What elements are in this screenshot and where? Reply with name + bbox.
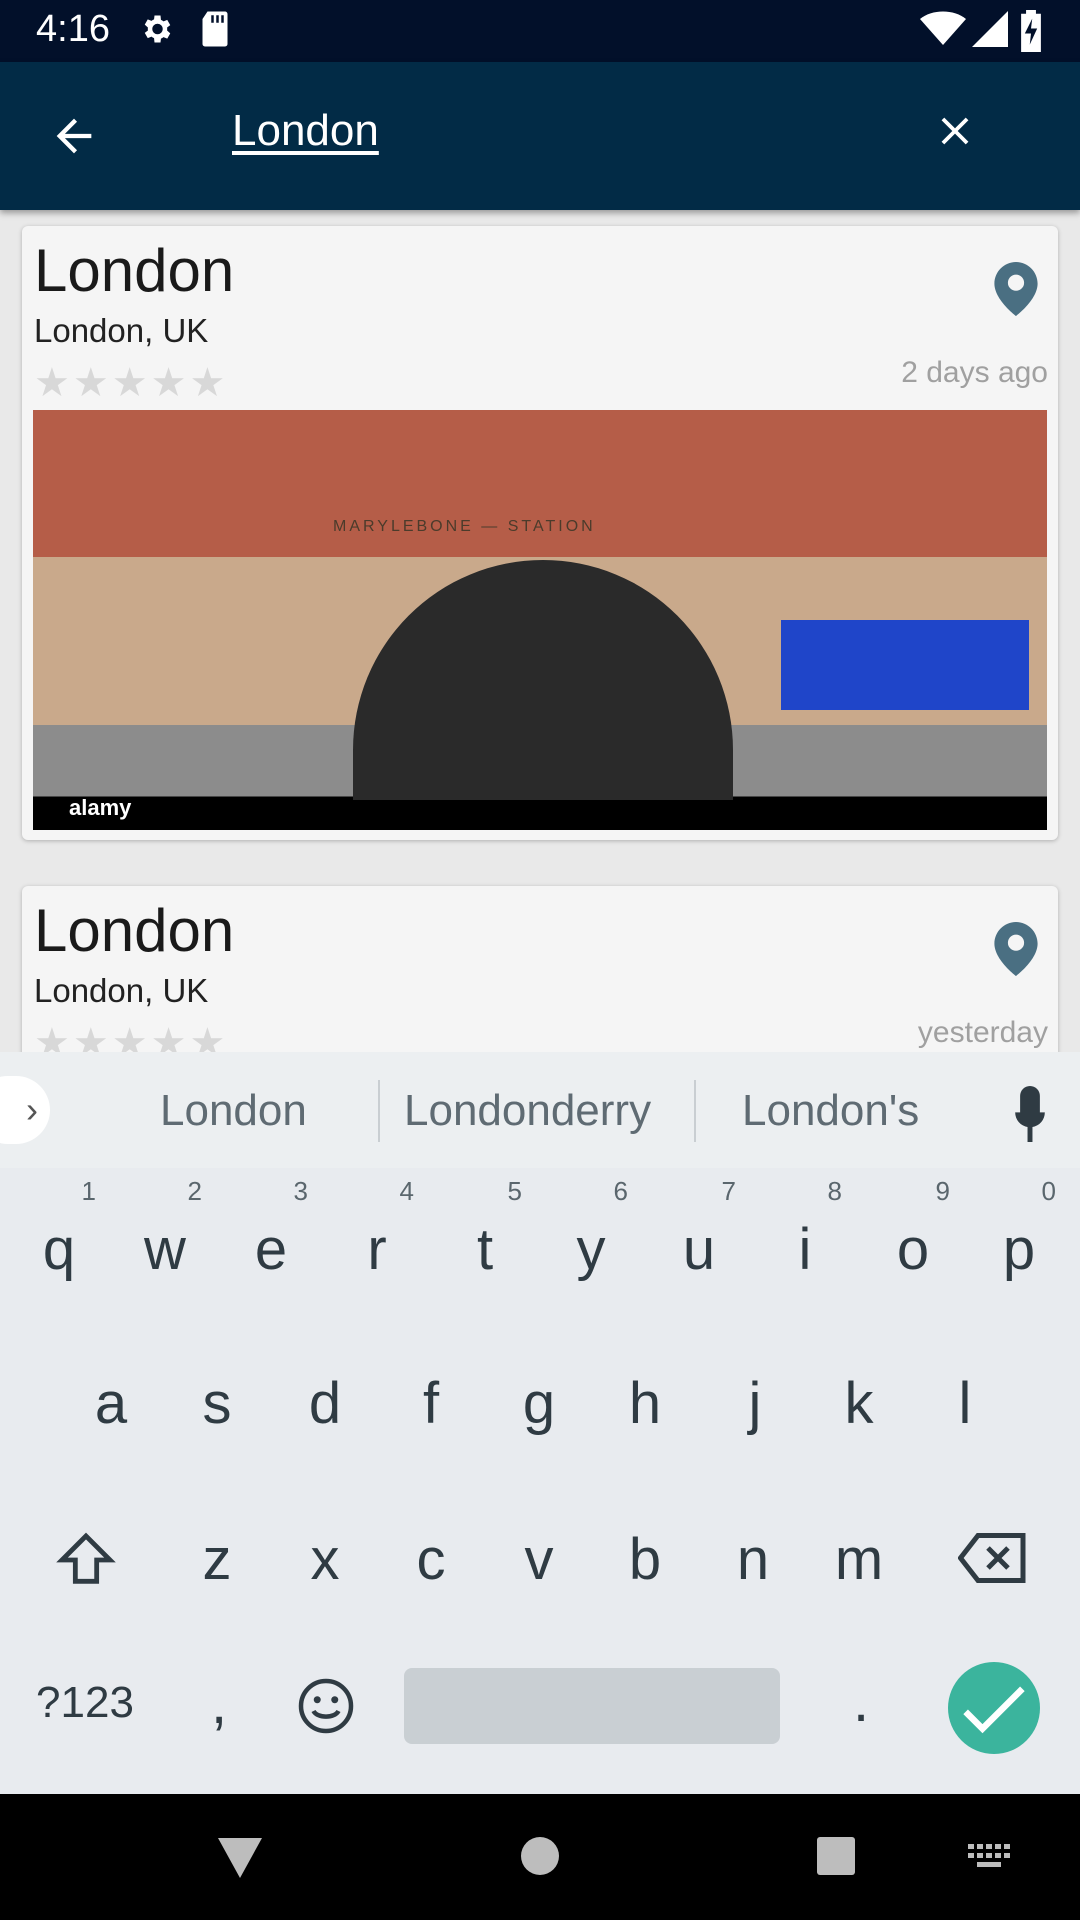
chevron-right-icon[interactable]: ›	[0, 1076, 50, 1144]
key-number: 5	[507, 1176, 522, 1206]
arrow-left-icon[interactable]	[48, 110, 100, 162]
key-number: 2	[187, 1176, 202, 1206]
key-number: 4	[399, 1176, 414, 1206]
key-number: 1	[81, 1176, 96, 1206]
key-number: 7	[721, 1176, 736, 1206]
result-card[interactable]: London London, UK ★★★★★ 2 days ago MARYL…	[22, 226, 1058, 840]
back-triangle-icon[interactable]	[218, 1838, 262, 1878]
battery-charging-icon	[1021, 10, 1041, 52]
key-label: u	[682, 1217, 716, 1282]
key-i[interactable]: i8	[760, 1176, 850, 1283]
key-label: e	[254, 1217, 288, 1282]
keyboard: q1 w2 e3 r4 t5 y6 u7 i8 o9 p0 a s d f g …	[0, 1168, 1080, 1794]
search-input[interactable]: London	[232, 106, 379, 156]
key-x[interactable]: x	[280, 1526, 370, 1593]
settings-icon	[144, 15, 171, 43]
place-title: London	[34, 897, 235, 964]
navigation-bar	[0, 1794, 1080, 1920]
photo-arch	[353, 560, 733, 800]
keyboard-switch-icon[interactable]	[968, 1844, 1012, 1870]
key-z[interactable]: z	[172, 1526, 262, 1593]
map-pin-icon[interactable]	[994, 922, 1038, 976]
suggestion-item[interactable]: London's	[742, 1086, 919, 1136]
key-number: 8	[827, 1176, 842, 1206]
place-photo[interactable]: MARYLEBONE — STATION alamy	[33, 410, 1047, 830]
sd-card-icon	[202, 11, 228, 47]
key-d[interactable]: d	[280, 1370, 370, 1437]
rating-stars[interactable]: ★★★★★	[34, 360, 228, 406]
backspace-icon[interactable]	[958, 1530, 1028, 1586]
key-number: 3	[293, 1176, 308, 1206]
signal-icon	[972, 11, 1008, 47]
key-y[interactable]: y6	[546, 1176, 636, 1283]
divider	[694, 1080, 696, 1142]
status-bar: 4:16	[0, 0, 1080, 62]
key-label: r	[367, 1217, 387, 1282]
key-o[interactable]: o9	[868, 1176, 958, 1283]
map-pin-icon[interactable]	[994, 262, 1038, 316]
key-n[interactable]: n	[708, 1526, 798, 1593]
key-j[interactable]: j	[710, 1370, 800, 1437]
key-number: 6	[613, 1176, 628, 1206]
period-key[interactable]: .	[816, 1668, 906, 1735]
key-label: y	[576, 1217, 606, 1282]
key-a[interactable]: a	[66, 1370, 156, 1437]
place-title: London	[34, 237, 235, 304]
key-label: q	[42, 1217, 76, 1282]
symbols-key[interactable]: ?123	[30, 1678, 140, 1728]
key-s[interactable]: s	[172, 1370, 262, 1437]
key-g[interactable]: g	[494, 1370, 584, 1437]
key-label: w	[144, 1217, 186, 1282]
key-number: 0	[1041, 1176, 1056, 1206]
comma-key[interactable]: ,	[174, 1670, 264, 1737]
photo-fence	[781, 620, 1029, 710]
photo-sign: MARYLEBONE — STATION	[333, 518, 596, 535]
key-label: t	[476, 1217, 494, 1282]
space-bar[interactable]	[404, 1668, 780, 1744]
wifi-icon	[920, 11, 966, 45]
key-w[interactable]: w2	[120, 1176, 210, 1283]
status-time: 4:16	[36, 8, 110, 50]
visit-date: yesterday	[917, 1016, 1048, 1049]
key-label: p	[1002, 1217, 1036, 1282]
close-icon[interactable]	[932, 108, 978, 154]
visit-date: 2 days ago	[901, 356, 1048, 389]
key-k[interactable]: k	[814, 1370, 904, 1437]
key-m[interactable]: m	[814, 1526, 904, 1593]
key-l[interactable]: l	[920, 1370, 1010, 1437]
shift-icon[interactable]	[54, 1528, 118, 1592]
photo-watermark: alamy	[69, 795, 132, 820]
key-e[interactable]: e3	[226, 1176, 316, 1283]
suggestion-item[interactable]: Londonderry	[404, 1086, 651, 1136]
enter-button[interactable]	[948, 1662, 1040, 1754]
key-number: 9	[935, 1176, 950, 1206]
key-c[interactable]: c	[386, 1526, 476, 1593]
key-t[interactable]: t5	[440, 1176, 530, 1283]
key-v[interactable]: v	[494, 1526, 584, 1593]
key-label: o	[896, 1217, 930, 1282]
search-bar: London	[0, 62, 1080, 210]
key-u[interactable]: u7	[654, 1176, 744, 1283]
key-r[interactable]: r4	[332, 1176, 422, 1283]
divider	[378, 1080, 380, 1142]
key-q[interactable]: q1	[14, 1176, 104, 1283]
key-f[interactable]: f	[386, 1370, 476, 1437]
microphone-icon[interactable]	[1010, 1086, 1050, 1142]
place-subtitle: London, UK	[34, 312, 209, 349]
key-h[interactable]: h	[600, 1370, 690, 1437]
suggestion-item[interactable]: London	[160, 1086, 307, 1136]
suggestion-strip: › London Londonderry London's	[0, 1052, 1080, 1168]
recents-square-icon[interactable]	[816, 1836, 856, 1876]
place-subtitle: London, UK	[34, 972, 209, 1009]
check-icon	[963, 1686, 1025, 1734]
key-p[interactable]: p0	[974, 1176, 1064, 1283]
emoji-icon[interactable]	[296, 1676, 356, 1736]
home-circle-icon[interactable]	[520, 1836, 560, 1876]
key-b[interactable]: b	[600, 1526, 690, 1593]
key-label: i	[798, 1217, 812, 1282]
